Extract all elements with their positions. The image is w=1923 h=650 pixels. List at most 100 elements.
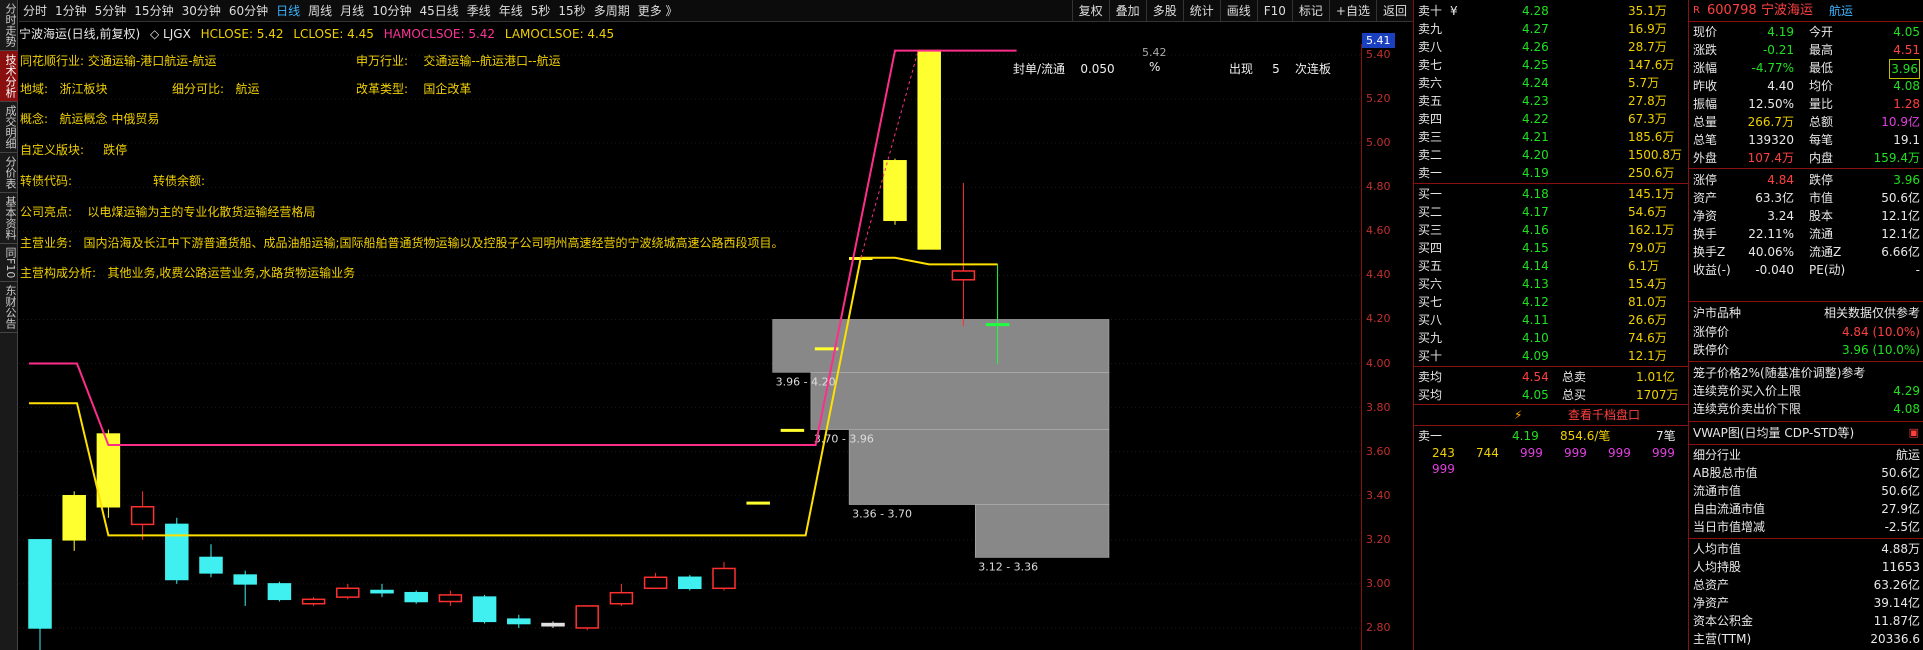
side-tab-1[interactable]: 技术分析 <box>0 51 18 102</box>
period-tab-3[interactable]: 15分钟 <box>130 0 177 22</box>
bid-row: 买九 4.10 74.6万 <box>1414 329 1688 347</box>
vwap-label[interactable]: VWAP图(日均量 CDP-STD等) <box>1693 424 1854 442</box>
side-tab-6[interactable]: 东财公告 <box>0 282 18 334</box>
period-tab-8[interactable]: 月线 <box>336 0 368 22</box>
ext-label: 总资产 <box>1693 578 1730 592</box>
ext-row: 人均市值 4.88万 <box>1689 540 1923 558</box>
ask-volume: 5.7万 <box>1628 76 1660 90</box>
period-tab-0[interactable]: 分时 <box>19 0 51 22</box>
period-tab-15[interactable]: 多周期 <box>590 0 634 22</box>
period-tab-1[interactable]: 1分钟 <box>51 0 91 22</box>
period-tab-2[interactable]: 5分钟 <box>91 0 131 22</box>
candle-body <box>985 323 1010 327</box>
quote-label: 资产 <box>1693 191 1718 205</box>
quote-label: 今开 <box>1809 25 1834 39</box>
tool-button-5[interactable]: F10 <box>1256 0 1292 22</box>
period-tab-10[interactable]: 45日线 <box>415 0 462 22</box>
side-tab-0[interactable]: 分时走势 <box>0 0 18 51</box>
candle-body <box>883 160 907 222</box>
indicator-name[interactable]: ◇ LJGX <box>150 27 191 41</box>
bid-price: 4.14 <box>1522 259 1549 273</box>
candle-body <box>712 567 736 590</box>
book-divider <box>1414 183 1688 184</box>
ext-label: 流通市值 <box>1693 484 1742 498</box>
quote-value: 159.4万 <box>1873 151 1920 165</box>
axis-tick: 3.00 <box>1366 576 1391 590</box>
tool-button-3[interactable]: 统计 <box>1182 0 1220 22</box>
ext-row: 主营(TTM) 20336.6 <box>1689 630 1923 648</box>
period-tab-7[interactable]: 周线 <box>304 0 336 22</box>
ext-label: 人均持股 <box>1693 560 1742 574</box>
quote-label: 振幅 <box>1693 97 1718 111</box>
ext-label: 细分行业 <box>1693 448 1742 462</box>
ask-volume: 16.9万 <box>1628 22 1667 36</box>
cage-buy-label: 连续竞价买入价上限 <box>1693 384 1802 398</box>
level-link[interactable]: 查看千档盘口 <box>1568 406 1640 424</box>
tool-button-8[interactable]: 返回 <box>1375 0 1413 22</box>
bid-avg: 4.05 <box>1522 388 1549 402</box>
bid-avg-row: 买均 4.05 总买 1707万 <box>1414 386 1688 404</box>
side-tab-2[interactable]: 成交明细 <box>0 102 18 153</box>
period-tab-11[interactable]: 季线 <box>463 0 495 22</box>
axis-tick: 3.40 <box>1366 488 1391 502</box>
stock-industry-link[interactable]: 航运 <box>1829 2 1853 20</box>
tool-button-2[interactable]: 多股 <box>1145 0 1183 22</box>
side-tab-3[interactable]: 分价表 <box>0 153 18 193</box>
period-tab-9[interactable]: 10分钟 <box>368 0 415 22</box>
period-tab-13[interactable]: 5秒 <box>527 0 555 22</box>
cage-buy-value: 4.29 <box>1893 384 1920 398</box>
composition-label: 主营构成分析: <box>20 266 97 280</box>
total-ask: 1.01亿 <box>1636 370 1675 384</box>
side-tab-4[interactable]: 基本资料 <box>0 193 18 244</box>
hs-row: 沪市品种 相关数据仅供参考 <box>1689 304 1923 322</box>
ask-volume: 35.1万 <box>1628 4 1667 18</box>
quote-row: 净资 3.24 股本 12.1亿 <box>1689 207 1923 225</box>
kline-chart[interactable]: 3.12 - 3.363.36 - 3.703.70 - 3.963.96 - … <box>19 44 1361 650</box>
tool-button-4[interactable]: 画线 <box>1219 0 1257 22</box>
ask-row: 卖四 4.22 67.3万 <box>1414 110 1688 128</box>
tool-button-0[interactable]: 复权 <box>1071 0 1109 22</box>
quote-value: 19.1 <box>1893 133 1920 147</box>
ext-value: 11.87亿 <box>1873 614 1920 628</box>
ask-row: 卖七 4.25 147.6万 <box>1414 56 1688 74</box>
quote-label: 换手Z <box>1693 245 1726 259</box>
ext-value: -2.5亿 <box>1884 520 1920 534</box>
queue-order: 999 <box>1432 462 1455 476</box>
ask-level-label: 卖九 <box>1418 22 1443 36</box>
quote-label: 跌停 <box>1809 173 1834 187</box>
order-book: 卖十 4.28 35.1万 卖九 4.27 16.9万 卖八 4.26 28.7万 卖七 4.25 1… <box>1413 0 1688 650</box>
period-tab-14[interactable]: 15秒 <box>554 0 589 22</box>
indicator-lclose: LCLOSE: 4.45 <box>293 27 374 41</box>
ask-level-label: 卖一 <box>1418 166 1443 180</box>
quote-label: 最低 <box>1809 61 1834 75</box>
highlight-label: 公司亮点: <box>20 205 73 219</box>
total-bid-label: 总买 <box>1562 388 1587 402</box>
period-tab-5[interactable]: 60分钟 <box>225 0 272 22</box>
bid-price: 4.10 <box>1522 331 1549 345</box>
axis-tick: 2.80 <box>1366 620 1391 634</box>
ext-label: 资本公积金 <box>1693 614 1754 628</box>
custom-block-value: 跌停 <box>103 143 128 157</box>
queue-order: 999 <box>1564 446 1587 460</box>
bid-price: 4.16 <box>1522 223 1549 237</box>
tool-button-7[interactable]: +自选 <box>1328 0 1376 22</box>
quote-label: 流通Z <box>1809 245 1842 259</box>
side-tab-5[interactable]: 同F10 <box>0 244 18 283</box>
ask-price: 4.27 <box>1522 22 1549 36</box>
bid-row: 买八 4.11 26.6万 <box>1414 311 1688 329</box>
quote-value: 3.24 <box>1767 209 1794 223</box>
period-tab-4[interactable]: 30分钟 <box>178 0 225 22</box>
vwap-expand-icon[interactable]: ▣ <box>1909 424 1919 442</box>
candle-body <box>780 428 805 432</box>
volume-profile-bar <box>974 504 1110 558</box>
bid-volume: 15.4万 <box>1628 277 1667 291</box>
cage-row: 笼子价格2%(随基准价调整)参考 <box>1689 364 1923 382</box>
period-tab-12[interactable]: 年线 <box>495 0 527 22</box>
period-tab-16[interactable]: 更多 》 <box>634 0 682 22</box>
candle-body <box>575 605 599 629</box>
bid-price: 4.17 <box>1522 205 1549 219</box>
tool-button-6[interactable]: 标记 <box>1291 0 1329 22</box>
axis-tick: 4.80 <box>1366 180 1391 194</box>
period-tab-6[interactable]: 日线 <box>272 0 304 22</box>
tool-button-1[interactable]: 叠加 <box>1108 0 1146 22</box>
